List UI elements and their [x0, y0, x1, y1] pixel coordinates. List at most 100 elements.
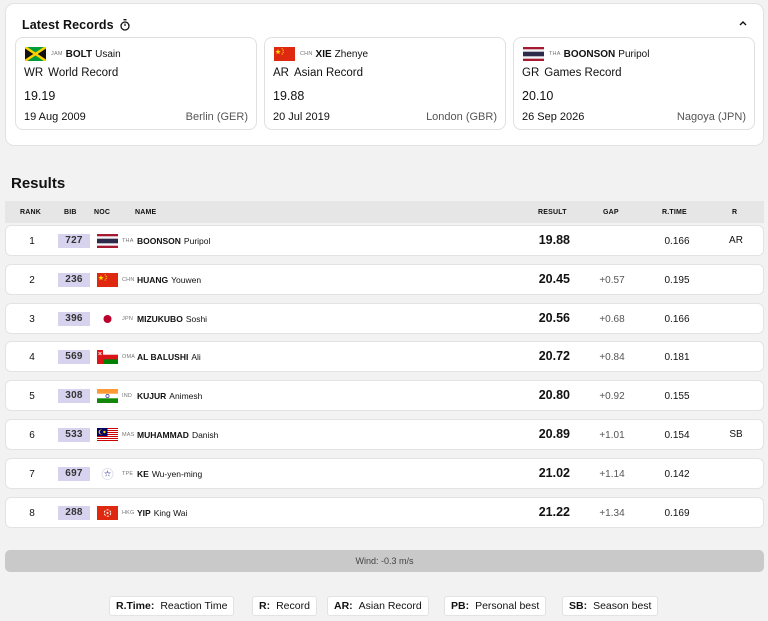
reaction-time-cell: 0.169 [664, 507, 690, 519]
latest-records-title: Latest Records [22, 18, 114, 32]
bib-badge: 727 [58, 234, 90, 248]
table-row[interactable]: 4 569 OMA AL BALUSHI Ali 20.72 +0.84 0.181 [5, 341, 764, 373]
bib-badge: 533 [58, 428, 90, 442]
record-venue: Nagoya (JPN) [676, 111, 746, 123]
record-abbr: AR [273, 67, 289, 79]
header-r: R [732, 209, 738, 216]
noc-code: THA [122, 238, 134, 244]
gap-cell: +1.14 [599, 468, 625, 480]
bib-badge: 396 [58, 311, 90, 326]
reaction-time-cell: 0.155 [664, 391, 690, 403]
legend-value: Reaction Time [160, 600, 228, 612]
athlete-surname: MIZUKUBO [137, 313, 183, 324]
record-cell: SB [729, 429, 743, 440]
chn-flag-icon [274, 47, 295, 61]
table-row[interactable]: 3 396 JPN MIZUKUBO Soshi 20.56 +0.68 0.166 [5, 302, 764, 334]
results-table: RANK BIB NOC NAME RESULT GAP R.TIME R [5, 201, 764, 223]
legend-value: Personal best [475, 600, 540, 612]
legend-key: PB: [451, 600, 470, 612]
table-row[interactable]: 5 308 IND KUJUR Animesh 20.80 +0.92 0.155 [5, 380, 764, 412]
record-label: Games Record [544, 67, 622, 79]
record-time: 19.19 [24, 89, 56, 103]
legend-item-sb: SB: Season best [562, 596, 659, 616]
legend-item-ar: AR: Asian Record [327, 596, 429, 616]
noc-cell: HKG [97, 505, 138, 520]
record-holder-given: Puripol [618, 48, 650, 60]
gap-cell: +1.01 [599, 430, 625, 441]
athlete-name[interactable]: BOONSON Puripol [137, 236, 210, 246]
record-holder-given: Zhenye [334, 48, 369, 60]
athlete-name[interactable]: YIP King Wai [137, 508, 187, 518]
athlete-name[interactable]: KE Wu-yen-ming [137, 469, 202, 479]
legend-item-rtime: R.Time: Reaction Time [109, 596, 235, 616]
table-row[interactable]: 2 236 CHN HUANG Youwen 20.45 +0.57 0.195 [5, 263, 764, 295]
result-cell: 21.02 [538, 465, 570, 480]
table-row[interactable]: 8 288 HKG YIP King Wai 21.22 +1.34 0.169 [5, 496, 764, 528]
result-cell: 20.72 [538, 349, 570, 364]
record-type: AR Asian Record [273, 67, 363, 79]
record-date: 26 Sep 2026 [522, 111, 585, 123]
reaction-time-cell: 0.166 [664, 313, 690, 325]
record-card-gr[interactable]: THA BOONSON Puripol GR Games Record 20.10… [513, 37, 755, 130]
record-holder-surname: BOONSON [563, 48, 616, 60]
stopwatch-icon [120, 19, 130, 31]
athlete-surname: YIP [137, 507, 151, 518]
noc-code: CHN [122, 276, 135, 283]
record-type: WR World Record [24, 67, 118, 79]
collapse-records-button[interactable] [736, 16, 750, 30]
athlete-name[interactable]: MUHAMMAD Danish [137, 430, 218, 440]
bib-badge: 236 [58, 272, 90, 287]
record-holder-given: Usain [95, 48, 121, 60]
hkg-flag-icon [97, 505, 118, 520]
reaction-time-cell: 0.154 [664, 430, 690, 441]
record-card-wr[interactable]: JAM BOLT Usain WR World Record 19.19 19 A… [15, 37, 257, 130]
table-row[interactable]: 1 727 THA BOONSON Puripol 19.88 0.166 AR [5, 225, 764, 256]
athlete-name[interactable]: HUANG Youwen [137, 275, 201, 285]
latest-records-header: Latest Records [22, 18, 130, 32]
athlete-surname: MUHAMMAD [137, 430, 189, 440]
record-holder: CHN XIE Zhenye [274, 47, 368, 61]
athlete-surname: HUANG [137, 274, 169, 285]
rank-cell: 5 [29, 391, 35, 403]
rank-cell: 4 [29, 352, 35, 364]
result-cell: 20.56 [538, 310, 570, 325]
reaction-time-cell: 0.142 [664, 468, 690, 480]
athlete-surname: KE [137, 468, 149, 479]
record-time: 20.10 [522, 89, 554, 103]
result-cell: 21.22 [538, 504, 570, 519]
noc-cell: JPN [97, 311, 136, 326]
rank-cell: 3 [29, 313, 35, 325]
header-result: RESULT [538, 209, 567, 216]
header-name: NAME [135, 209, 157, 216]
tha-flag-icon [97, 234, 118, 248]
legend-value: Record [276, 600, 310, 612]
legend-key: SB: [569, 600, 588, 612]
athlete-name[interactable]: KUJUR Animesh [137, 391, 202, 401]
athlete-given-name: Soshi [185, 313, 208, 324]
table-row[interactable]: 6 533 MAS MUHAMMAD Danish 20.89 +1.01 0.154 SB [5, 419, 764, 450]
result-cell: 19.88 [538, 233, 570, 247]
noc-code: OMA [122, 354, 136, 361]
legend-value: Asian Record [358, 600, 422, 612]
athlete-given-name: Wu-yen-ming [151, 468, 203, 479]
athlete-surname: KUJUR [137, 391, 167, 402]
athlete-given-name: Youwen [171, 274, 202, 285]
wind-reading: Wind: -0.3 m/s [355, 556, 414, 566]
tha-flag-icon [523, 47, 544, 61]
record-venue: London (GBR) [426, 111, 497, 123]
record-cell: AR [729, 235, 743, 246]
record-card-ar[interactable]: CHN XIE Zhenye AR Asian Record 19.88 20 J… [264, 37, 506, 130]
bib-badge: 288 [58, 505, 90, 520]
gap-cell: +0.92 [599, 391, 625, 403]
record-type: GR Games Record [522, 67, 622, 79]
athlete-surname: BOONSON [137, 236, 181, 246]
legend-key: R.Time: [116, 600, 155, 612]
athlete-name[interactable]: MIZUKUBO Soshi [137, 314, 207, 324]
table-row[interactable]: 7 697 TPE KE Wu-yen-ming 21.02 +1.14 0.142 [5, 457, 764, 489]
noc-cell: TPE [97, 466, 136, 481]
gap-cell: +1.34 [599, 507, 625, 519]
mas-flag-icon [97, 428, 118, 442]
wind-bar: Wind: -0.3 m/s [5, 550, 764, 572]
athlete-name[interactable]: AL BALUSHI Ali [137, 352, 201, 362]
header-noc: NOC [94, 209, 111, 216]
